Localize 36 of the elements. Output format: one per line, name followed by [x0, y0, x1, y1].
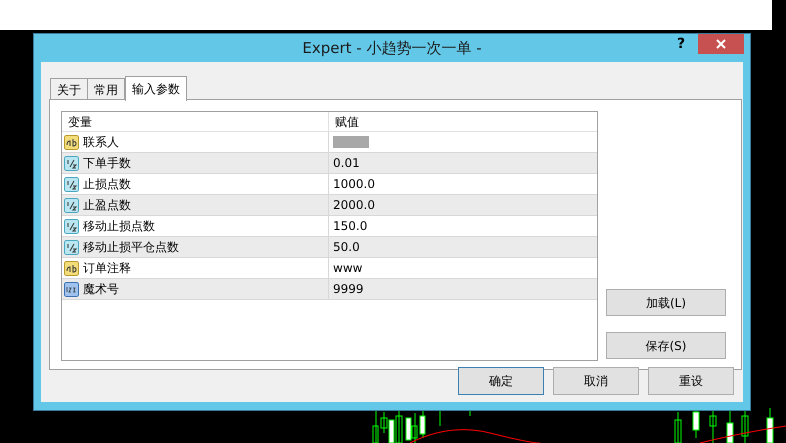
parameter-value[interactable]: 150.0 [333, 217, 368, 235]
parameter-name: 魔术号 [83, 281, 119, 298]
dialog-button[interactable]: 重设 [648, 367, 734, 395]
parameter-name: 移动止损点数 [83, 218, 155, 235]
fraction-type-icon [64, 218, 79, 234]
parameter-name: 移动止损平仓点数 [83, 239, 179, 256]
tab[interactable]: 关于 [50, 78, 88, 100]
close-button[interactable] [698, 34, 744, 54]
column-header[interactable]: 赋值 [329, 112, 597, 131]
window-title: Expert - 小趋势一次一单 - [302, 38, 482, 59]
fraction-type-icon [64, 198, 79, 212]
tab[interactable]: 常用 [87, 78, 125, 100]
fraction-type-icon [64, 156, 79, 170]
parameter-value[interactable]: 1000.0 [333, 175, 375, 193]
fraction-type-icon [64, 176, 79, 192]
dialog-button[interactable]: 取消 [553, 367, 639, 395]
parameter-name: 止损点数 [83, 176, 131, 193]
text-type-icon [64, 134, 79, 150]
parameter-value[interactable]: www [333, 259, 362, 277]
parameter-value[interactable]: 9999 [333, 280, 364, 298]
fraction-type-icon [64, 240, 79, 254]
parameter-value[interactable]: 0.01 [333, 154, 360, 172]
side-button[interactable]: 保存(S) [606, 332, 726, 359]
close-icon [716, 39, 726, 49]
text-type-icon [64, 260, 79, 276]
number-type-icon [64, 282, 79, 296]
tab[interactable]: 输入参数 [125, 76, 187, 101]
parameter-name: 下单手数 [83, 155, 131, 172]
parameter-name: 订单注释 [83, 260, 131, 277]
parameter-value[interactable]: 2000.0 [333, 196, 375, 214]
parameter-value[interactable]: 50.0 [333, 238, 360, 256]
parameter-name: 联系人 [83, 134, 119, 151]
column-header[interactable]: 变量 [62, 112, 329, 131]
side-button[interactable]: 加载(L) [606, 289, 726, 316]
parameter-name: 止盈点数 [83, 197, 131, 214]
dialog-button[interactable]: 确定 [458, 367, 544, 395]
